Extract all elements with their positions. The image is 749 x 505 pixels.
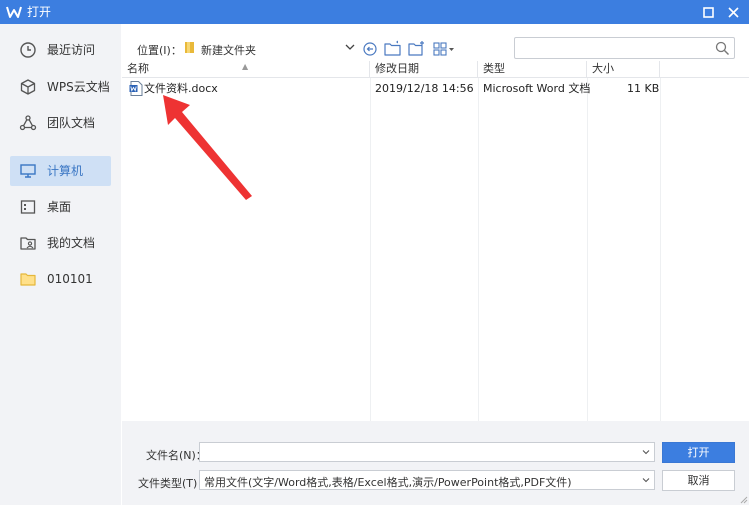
sidebar-item-wps-cloud[interactable]: WPS云文档 xyxy=(10,72,111,102)
window-title: 打开 xyxy=(27,5,52,19)
close-icon xyxy=(727,6,739,18)
resize-grip-icon[interactable] xyxy=(738,494,748,504)
sidebar-item-computer[interactable]: 计算机 xyxy=(10,156,111,186)
folder-icon xyxy=(20,273,36,286)
filename-combo xyxy=(199,442,655,462)
sidebar-item-label: 我的文档 xyxy=(47,236,96,250)
file-type: Microsoft Word 文档 xyxy=(483,82,591,95)
sidebar-item-label: 010101 xyxy=(47,272,93,286)
folder-up-button[interactable] xyxy=(384,40,402,58)
file-list: 名称 ▲ 修改日期 类型 大小 文件资料.docx 2019/12/18 14:… xyxy=(122,61,749,421)
column-header-type[interactable]: 类型 xyxy=(478,61,587,78)
column-divider xyxy=(660,78,661,421)
sidebar-item-label: 最近访问 xyxy=(47,43,96,57)
sidebar-item-my-documents[interactable]: 我的文档 xyxy=(10,228,111,258)
new-folder-icon xyxy=(408,41,424,56)
cube-icon xyxy=(20,79,36,95)
new-folder-button[interactable] xyxy=(408,40,426,58)
sidebar-item-recent[interactable]: 最近访问 xyxy=(10,35,111,65)
team-icon xyxy=(19,115,37,131)
title-bar: 打开 xyxy=(0,0,749,24)
computer-icon xyxy=(20,164,36,178)
table-row[interactable]: 文件资料.docx 2019/12/18 14:56 Microsoft Wor… xyxy=(122,79,660,98)
file-modified: 2019/12/18 14:56 xyxy=(375,82,474,95)
sidebar-item-folder-010101[interactable]: 010101 xyxy=(10,264,111,294)
location-dropdown[interactable]: 新建文件夹 xyxy=(182,38,357,58)
sidebar-item-label: 计算机 xyxy=(47,164,84,178)
chevron-down-icon[interactable] xyxy=(642,448,650,456)
folder-icon xyxy=(185,42,194,53)
bottom-panel xyxy=(122,421,749,505)
column-divider xyxy=(370,78,371,421)
maximize-icon xyxy=(702,6,714,18)
view-grid-icon xyxy=(433,42,454,56)
chevron-down-icon xyxy=(345,44,355,50)
sidebar-item-label: 团队文档 xyxy=(47,116,96,130)
view-mode-button[interactable] xyxy=(433,40,455,58)
file-name: 文件资料.docx xyxy=(144,82,218,95)
filetype-value: 常用文件(文字/Word格式,表格/Excel格式,演示/PowerPoint格… xyxy=(204,476,572,489)
maximize-button[interactable] xyxy=(699,3,717,21)
column-header-modified[interactable]: 修改日期 xyxy=(370,61,478,78)
filename-label: 文件名(N)： xyxy=(146,449,207,462)
column-header-size[interactable]: 大小 xyxy=(587,61,660,78)
file-size: 11 KB xyxy=(627,82,660,95)
word-doc-icon xyxy=(129,81,143,96)
search-box xyxy=(514,37,735,59)
sidebar-item-desktop[interactable]: 桌面 xyxy=(10,192,111,222)
clock-icon xyxy=(20,42,36,58)
location-label: 位置(I)： xyxy=(137,44,182,57)
my-documents-icon xyxy=(20,237,36,250)
cancel-button[interactable]: 取消 xyxy=(662,470,735,491)
sidebar: 最近访问 WPS云文档 团队文档 计算机 桌面 我的文档 010101 xyxy=(0,24,121,505)
sidebar-item-team-docs[interactable]: 团队文档 xyxy=(10,108,111,138)
chevron-down-icon xyxy=(642,478,650,483)
search-icon[interactable] xyxy=(715,41,730,56)
filetype-select[interactable]: 常用文件(文字/Word格式,表格/Excel格式,演示/PowerPoint格… xyxy=(199,470,655,490)
desktop-icon xyxy=(20,200,36,214)
column-divider xyxy=(587,78,588,421)
filename-input[interactable] xyxy=(204,445,634,459)
filetype-label: 文件类型(T)： xyxy=(138,477,209,490)
search-input[interactable] xyxy=(519,40,709,56)
open-button[interactable]: 打开 xyxy=(662,442,735,463)
column-header-name[interactable]: 名称 ▲ xyxy=(122,61,370,78)
close-button[interactable] xyxy=(724,3,742,21)
back-arrow-icon xyxy=(363,42,377,56)
wps-logo-icon xyxy=(6,6,22,18)
sort-ascending-icon: ▲ xyxy=(242,62,249,71)
folder-up-icon xyxy=(384,40,401,56)
back-button[interactable] xyxy=(362,40,378,58)
file-list-header: 名称 ▲ 修改日期 类型 大小 xyxy=(122,61,749,78)
sidebar-item-label: WPS云文档 xyxy=(47,80,110,94)
column-divider xyxy=(478,78,479,421)
location-value: 新建文件夹 xyxy=(201,44,256,57)
sidebar-item-label: 桌面 xyxy=(47,200,72,214)
